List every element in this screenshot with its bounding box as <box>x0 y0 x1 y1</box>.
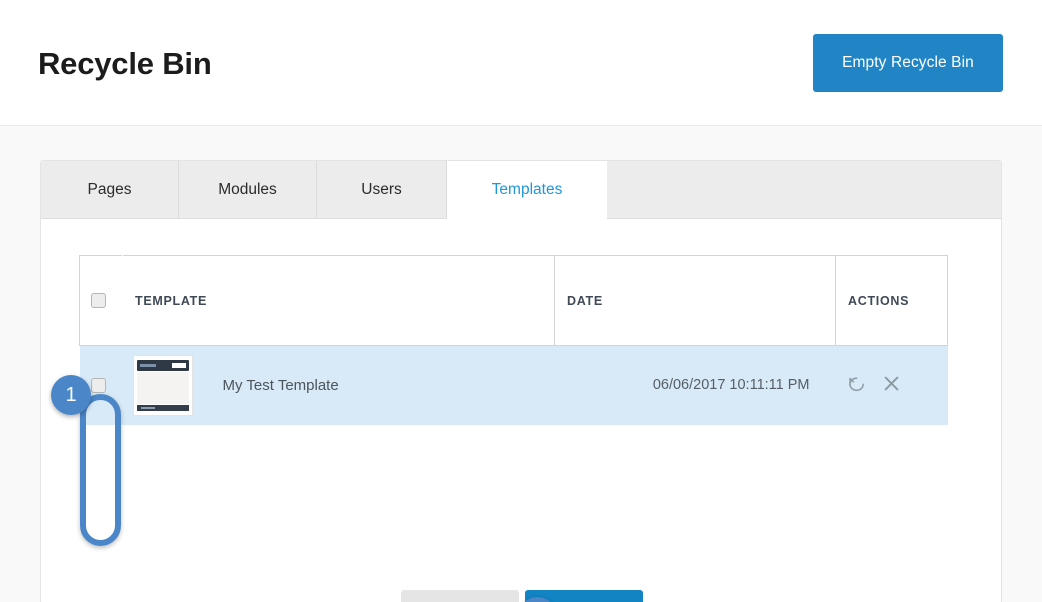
select-all-checkbox[interactable] <box>91 293 106 309</box>
template-name: My Test Template <box>222 376 339 394</box>
close-x-icon[interactable] <box>882 374 901 397</box>
recycle-bin-card: Pages Modules Users Templates TEMPLATE D… <box>40 160 1002 602</box>
row-actions-cell <box>835 345 948 425</box>
row-checkbox[interactable] <box>90 377 106 393</box>
row-template-cell: My Test Template <box>122 345 555 425</box>
table-head: TEMPLATE DATE ACTIONS <box>79 255 948 346</box>
table-body: My Test Template 06/06/2017 10:11:11 PM <box>79 345 948 425</box>
restore-arrow-icon[interactable] <box>847 374 866 397</box>
template-thumbnail-icon <box>132 354 193 416</box>
restore-button[interactable]: Restore <box>400 590 519 602</box>
tab-modules[interactable]: Modules <box>179 161 317 219</box>
tab-pages[interactable]: Pages <box>41 161 179 219</box>
bulk-action-row: Restore Delete <box>41 590 1003 602</box>
header-actions: ACTIONS <box>835 255 948 346</box>
header-date: DATE <box>554 255 836 346</box>
templates-table: TEMPLATE DATE ACTIONS My Test Template 0… <box>79 255 948 425</box>
tab-strip: Pages Modules Users Templates <box>41 161 1001 220</box>
templates-table-wrapper: TEMPLATE DATE ACTIONS My Test Template 0… <box>79 255 948 425</box>
page-title: Recycle Bin <box>38 46 212 81</box>
empty-recycle-bin-button[interactable]: Empty Recycle Bin <box>813 34 1003 92</box>
delete-button[interactable]: Delete <box>525 590 644 602</box>
header-template: TEMPLATE <box>122 255 555 346</box>
header-select-all-cell <box>79 255 123 346</box>
table-header-row: TEMPLATE DATE ACTIONS <box>79 255 948 346</box>
row-date: 06/06/2017 10:11:11 PM <box>554 345 836 425</box>
tab-templates[interactable]: Templates <box>447 161 607 220</box>
tab-users[interactable]: Users <box>317 161 447 219</box>
table-row[interactable]: My Test Template 06/06/2017 10:11:11 PM <box>79 345 948 425</box>
row-select-cell <box>79 345 123 425</box>
page-header: Recycle Bin Empty Recycle Bin <box>0 0 1042 126</box>
page-body: Pages Modules Users Templates TEMPLATE D… <box>0 126 1042 602</box>
